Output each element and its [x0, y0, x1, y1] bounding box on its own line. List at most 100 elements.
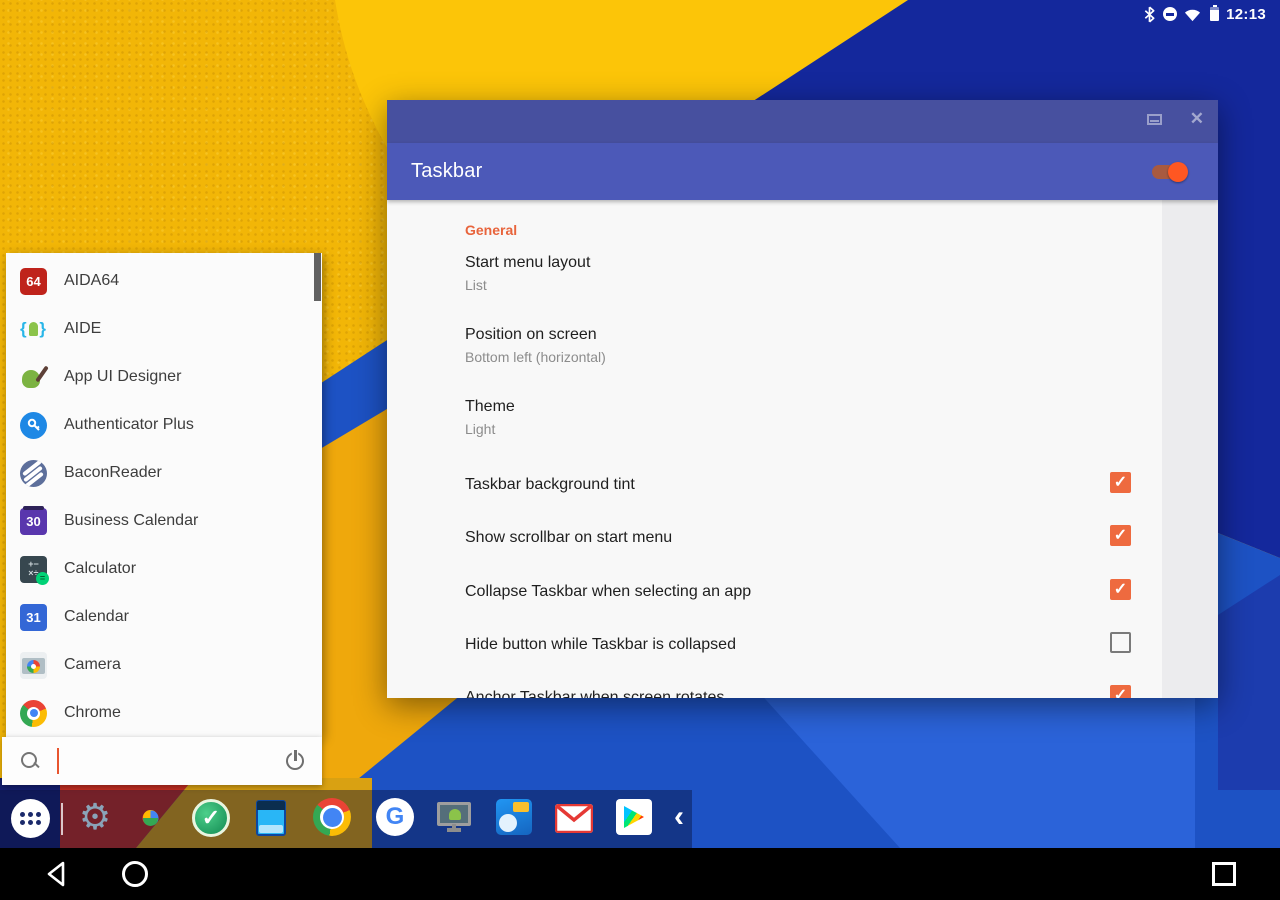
status-clock: 12:13 [1226, 6, 1266, 23]
calculator-icon: +−×÷= [20, 556, 47, 583]
checkbox-taskbar-background-tint[interactable]: ✓ [1110, 472, 1131, 493]
nav-back-button[interactable] [42, 859, 72, 889]
wifi-icon [1184, 7, 1201, 22]
start-button[interactable] [11, 799, 50, 838]
setting-position-on-screen-value: Bottom left (horizontal) [465, 349, 606, 365]
window-titlebar[interactable]: ✕ [387, 100, 1218, 143]
android-nav-bar [0, 848, 1280, 900]
business-calendar-icon: 30 [20, 508, 47, 535]
start-menu-item-aida64[interactable]: 64 AIDA64 [6, 257, 322, 305]
checkbox-anchor-taskbar[interactable]: ✓ [1110, 685, 1131, 698]
setting-show-scrollbar[interactable]: Show scrollbar on start menu [465, 529, 672, 547]
chrome-icon [313, 798, 351, 836]
checkbox-collapse-taskbar[interactable]: ✓ [1110, 579, 1131, 600]
app-label: Business Calendar [64, 512, 198, 530]
setting-theme[interactable]: Theme [465, 398, 515, 416]
text-cursor [57, 748, 59, 774]
nav-recents-button[interactable] [1209, 859, 1239, 889]
taskbar-android-monitor-app[interactable] [434, 797, 474, 837]
battery-icon [1210, 7, 1219, 21]
setting-start-menu-layout[interactable]: Start menu layout [465, 254, 590, 272]
taskbar-google-app[interactable]: G [374, 796, 416, 838]
taskbar-photos-app[interactable] [131, 799, 169, 837]
start-menu-item-business-calendar[interactable]: 30 Business Calendar [6, 497, 322, 545]
taskbar-play-store-app[interactable] [613, 796, 655, 838]
settings-gear-icon: ⚙ [79, 798, 111, 836]
taskbar-solid-explorer-app[interactable] [494, 797, 534, 837]
taskbar-master-toggle[interactable] [1152, 162, 1188, 182]
taskbar-divider [61, 803, 63, 835]
settings-scrollbar-track[interactable] [1162, 200, 1218, 698]
android-monitor-icon [436, 800, 472, 834]
notepad-icon [256, 800, 286, 836]
start-menu: 64 AIDA64 {} AIDE App UI Designer Authen… [6, 253, 322, 737]
start-menu-item-authenticator-plus[interactable]: Authenticator Plus [6, 401, 322, 449]
taskbar-chrome-app[interactable] [311, 796, 353, 838]
close-window-icon[interactable]: ✕ [1190, 109, 1204, 129]
aide-icon: {} [20, 316, 47, 343]
start-menu-item-app-ui-designer[interactable]: App UI Designer [6, 353, 322, 401]
setting-collapse-taskbar[interactable]: Collapse Taskbar when selecting an app [465, 583, 751, 601]
settings-list: General Start menu layout List Position … [387, 200, 1218, 698]
chrome-icon [20, 700, 47, 727]
google-photos-icon [133, 801, 167, 835]
taskbar-settings-app[interactable]: ⚙ [76, 798, 114, 836]
solid-explorer-icon [496, 799, 532, 835]
back-icon [42, 859, 72, 889]
section-header: General [465, 222, 517, 238]
baconreader-icon [20, 460, 47, 487]
app-label: Calculator [64, 560, 136, 578]
app-label: BaconReader [64, 464, 162, 482]
app-label: AIDE [64, 320, 101, 338]
setting-hide-button[interactable]: Hide button while Taskbar is collapsed [465, 636, 736, 654]
search-icon [20, 751, 40, 771]
app-label: Camera [64, 656, 121, 674]
power-icon[interactable] [284, 750, 306, 772]
bluetooth-icon [1143, 6, 1156, 23]
window-toolbar: Taskbar [387, 143, 1218, 200]
android-desktop-screen: 12:13 64 AIDA64 {} AIDE App UI Designer … [0, 0, 1280, 900]
toggle-thumb [1168, 162, 1188, 182]
setting-theme-value: Light [465, 421, 495, 437]
chevron-left-icon: ‹ [674, 798, 684, 836]
start-menu-search-bar[interactable] [2, 737, 322, 785]
start-menu-item-camera[interactable]: Camera [6, 641, 322, 689]
gmail-icon [555, 804, 593, 833]
taskbar-gmail-app[interactable] [553, 801, 595, 835]
start-menu-item-baconreader[interactable]: BaconReader [6, 449, 322, 497]
camera-icon [20, 652, 47, 679]
play-store-icon [616, 799, 652, 835]
app-label: Calendar [64, 608, 129, 626]
do-not-disturb-icon [1163, 7, 1177, 21]
taskbar-settings-window: ✕ Taskbar General Start menu layout List… [387, 100, 1218, 698]
google-g-icon: G [376, 798, 414, 836]
nav-home-button[interactable] [120, 859, 150, 889]
window-title: Taskbar [411, 160, 482, 183]
start-menu-scrollbar[interactable] [314, 253, 321, 301]
setting-taskbar-background-tint[interactable]: Taskbar background tint [465, 476, 635, 494]
taskbar-collapse-button[interactable]: ‹ [668, 796, 690, 838]
start-menu-item-calendar[interactable]: 31 Calendar [6, 593, 322, 641]
app-label: Chrome [64, 704, 121, 722]
start-menu-item-calculator[interactable]: +−×÷= Calculator [6, 545, 322, 593]
setting-position-on-screen[interactable]: Position on screen [465, 326, 597, 344]
start-menu-item-aide[interactable]: {} AIDE [6, 305, 322, 353]
app-label: AIDA64 [64, 272, 119, 290]
calendar-icon: 31 [20, 604, 47, 631]
app-label: Authenticator Plus [64, 416, 194, 434]
checkbox-hide-button[interactable] [1110, 632, 1131, 653]
app-label: App UI Designer [64, 368, 181, 386]
status-bar: 12:13 [1143, 4, 1266, 24]
green-checkmark-icon: ✓ [192, 799, 230, 837]
restore-window-icon[interactable] [1147, 114, 1162, 125]
taskbar-green-check-app[interactable]: ✓ [189, 796, 233, 840]
setting-start-menu-layout-value: List [465, 277, 487, 293]
checkbox-show-scrollbar[interactable]: ✓ [1110, 525, 1131, 546]
apps-grid-icon [20, 812, 41, 825]
aida64-icon: 64 [20, 268, 47, 295]
taskbar-notepad-app[interactable] [251, 797, 291, 839]
app-ui-designer-icon [20, 364, 47, 391]
start-menu-item-chrome[interactable]: Chrome [6, 689, 322, 737]
authenticator-plus-icon [20, 412, 47, 439]
setting-anchor-taskbar[interactable]: Anchor Taskbar when screen rotates [465, 689, 724, 698]
